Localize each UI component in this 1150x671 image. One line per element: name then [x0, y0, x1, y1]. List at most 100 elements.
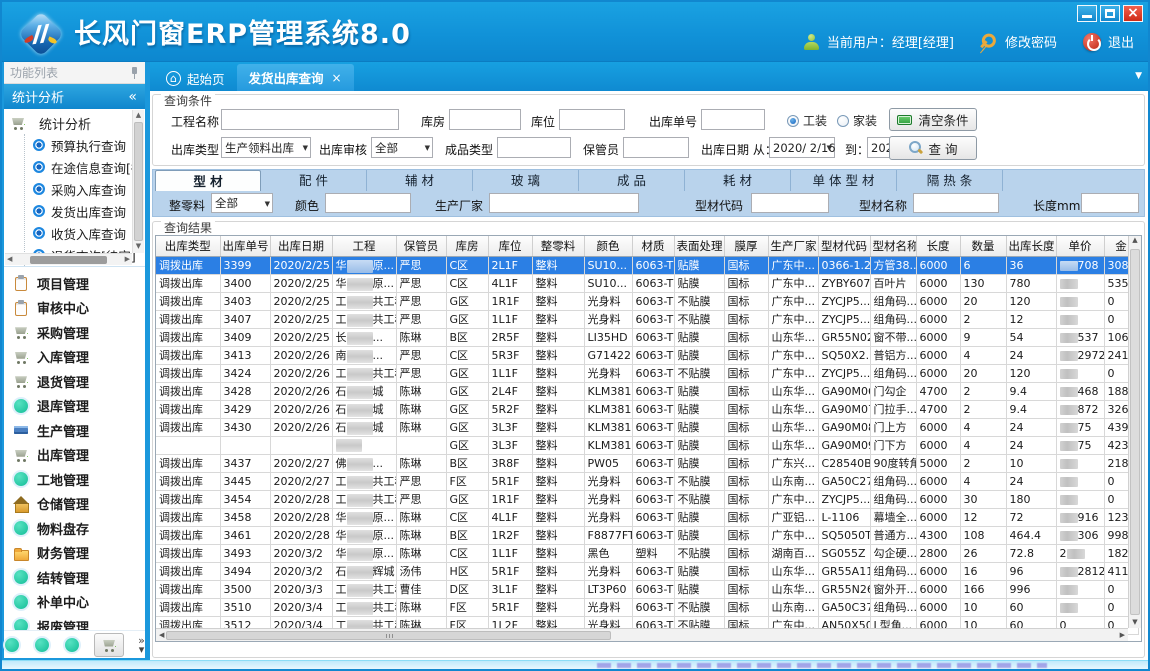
radio-jiazhuang[interactable]: 家装	[837, 112, 877, 129]
module-item-退货管理[interactable]: 退货管理	[4, 369, 145, 394]
clear-conditions-button[interactable]: 清空条件	[889, 108, 977, 131]
color-input[interactable]	[325, 193, 411, 213]
scroll-thumb[interactable]	[30, 256, 106, 264]
column-header[interactable]: 型材名称	[870, 236, 916, 256]
module-item-工地管理[interactable]: 工地管理	[4, 467, 145, 492]
sidebar-section-header[interactable]: 统计分析 «	[4, 84, 145, 109]
column-header[interactable]: 颜色	[584, 236, 632, 256]
circle-icon[interactable]	[34, 637, 50, 653]
material-tab-4[interactable]: 玻 璃	[473, 170, 579, 191]
column-header[interactable]: 库位	[488, 236, 532, 256]
table-row[interactable]: 调拨出库34032020/2/25工共工程严思G区1R1F整料光身料6063-T…	[156, 292, 1138, 310]
module-item-入库管理[interactable]: 入库管理	[4, 345, 145, 370]
table-row[interactable]: 调拨出库34302020/2/26石城陈琳G区3L3F整料KLM38176063…	[156, 418, 1138, 436]
audit-select[interactable]: 全部	[371, 137, 433, 158]
keeper-input[interactable]	[623, 137, 689, 158]
scroll-left-icon[interactable]: ◀	[7, 254, 12, 265]
material-tab-8[interactable]: 隔 热 条	[897, 170, 1003, 191]
table-row[interactable]: 调拨出库34292020/2/26石城陈琳G区5R2F整料KLM38176063…	[156, 400, 1138, 418]
location-input[interactable]	[559, 109, 625, 130]
material-tab-3[interactable]: 辅 材	[367, 170, 473, 191]
circle-icon[interactable]	[64, 637, 80, 653]
module-item-结转管理[interactable]: 结转管理	[4, 565, 145, 590]
material-tab-2[interactable]: 配 件	[261, 170, 367, 191]
table-row[interactable]: 调拨出库34282020/2/26石城陈琳G区2L4F整料KLM38176063…	[156, 382, 1138, 400]
material-tab-7[interactable]: 单 体 型 材	[791, 170, 897, 191]
column-header[interactable]: 保管员	[396, 236, 446, 256]
code-input[interactable]	[751, 193, 829, 213]
table-row[interactable]: 调拨出库35102020/3/4工共工程陈琳F区5R1F整料光身料6063-T5…	[156, 598, 1138, 616]
column-header[interactable]: 工程	[332, 236, 396, 256]
tree-item[interactable]: 收货入库查询	[25, 222, 131, 244]
scroll-left-icon[interactable]: ◀	[159, 631, 164, 639]
more-modules-button[interactable]: »▾	[138, 636, 145, 654]
product-type-input[interactable]	[497, 137, 571, 158]
module-item-审核中心[interactable]: 审核中心	[4, 296, 145, 321]
tree-horizontal-scrollbar[interactable]: ◀ ▶	[5, 253, 132, 265]
column-header[interactable]: 型材代码	[818, 236, 870, 256]
scroll-down-icon[interactable]: ▼	[1129, 618, 1141, 626]
tree-vertical-scrollbar[interactable]: ▲ ▼	[132, 110, 144, 253]
table-row[interactable]: 调拨出库34542020/2/28工共工程严思G区1R1F整料光身料6063-T…	[156, 490, 1138, 508]
close-tab-icon[interactable]: ×	[332, 71, 342, 85]
module-item-采购管理[interactable]: 采购管理	[4, 320, 145, 345]
column-header[interactable]: 表面处理	[674, 236, 724, 256]
tree-item[interactable]: 采购入库查询	[25, 178, 131, 200]
maker-input[interactable]	[489, 193, 639, 213]
collapse-icon[interactable]: «	[128, 89, 137, 105]
column-header[interactable]: 整零料	[532, 236, 584, 256]
column-header[interactable]: 膜厚	[724, 236, 768, 256]
column-header[interactable]: 出库日期	[270, 236, 332, 256]
module-item-物料盘存[interactable]: 物料盘存	[4, 516, 145, 541]
table-row[interactable]: 调拨出库34002020/2/25华原...严思C区4L1F整料SU10...6…	[156, 274, 1138, 292]
column-header[interactable]: 材质	[632, 236, 674, 256]
table-row[interactable]: 调拨出库34242020/2/26工共工程严思G区1L1F整料光身料6063-T…	[156, 364, 1138, 382]
column-header[interactable]: 长度	[916, 236, 960, 256]
column-header[interactable]: 出库类型	[156, 236, 220, 256]
warehouse-input[interactable]	[449, 109, 521, 130]
module-item-项目管理[interactable]: 项目管理	[4, 271, 145, 296]
pin-icon[interactable]	[130, 67, 139, 79]
table-row[interactable]: 调拨出库34372020/2/27佛...陈琳B区3R8F整料PW056063-…	[156, 454, 1138, 472]
module-item-补单中心[interactable]: 补单中心	[4, 590, 145, 615]
scroll-right-icon[interactable]: ▶	[125, 254, 130, 265]
scroll-thumb[interactable]	[134, 122, 143, 241]
minimize-button[interactable]	[1077, 5, 1097, 22]
tree-item[interactable]: 预算执行查询	[25, 134, 131, 156]
column-header[interactable]: 出库单号	[220, 236, 270, 256]
change-password-link[interactable]: 修改密码	[1005, 32, 1057, 51]
order-no-input[interactable]	[701, 109, 765, 130]
module-item-报废管理[interactable]: 报废管理	[4, 614, 145, 630]
outbound-type-select[interactable]: 生产领料出库	[221, 137, 311, 158]
scroll-thumb[interactable]	[1130, 249, 1140, 615]
name-input[interactable]	[913, 193, 999, 213]
table-row[interactable]: 调拨出库34932020/3/2华原...陈琳C区1L1F整料黑色塑料不贴膜国标…	[156, 544, 1138, 562]
maximize-button[interactable]	[1100, 5, 1120, 22]
table-row[interactable]: G区3L3F整料KLM38176063-T5贴膜国标山东华...GA90M09.…	[156, 436, 1138, 454]
chevron-down-icon[interactable]: ▼	[1135, 71, 1142, 81]
table-horizontal-scrollbar[interactable]: ◀ ▶	[156, 628, 1128, 641]
table-row[interactable]: 调拨出库34942020/3/2石辉城汤伟H区5R1F整料光身料6063-T5贴…	[156, 562, 1138, 580]
length-input[interactable]	[1081, 193, 1139, 213]
table-row[interactable]: 调拨出库34072020/2/25工共工程严思G区1L1F整料光身料6063-T…	[156, 310, 1138, 328]
material-tab-6[interactable]: 耗 材	[685, 170, 791, 191]
logout-link[interactable]: 退出	[1108, 32, 1134, 51]
cart-module-button[interactable]	[94, 633, 124, 657]
tab-outbound-query[interactable]: 发货出库查询 ×	[237, 64, 354, 91]
table-row[interactable]: 调拨出库35002020/3/3工共工程曹佳D区3L1F整料LT3P606063…	[156, 580, 1138, 598]
scroll-right-icon[interactable]: ▶	[1120, 631, 1125, 639]
project-name-input[interactable]	[221, 109, 399, 130]
date-from-select[interactable]: 2020/ 2/16	[769, 137, 835, 158]
whole-piece-select[interactable]: 全部	[211, 193, 273, 213]
scroll-up-icon[interactable]: ▲	[1129, 236, 1141, 244]
table-row[interactable]: 调拨出库34092020/2/25长...陈琳B区2R5F整料LI35HD606…	[156, 328, 1138, 346]
table-row[interactable]: 调拨出库34452020/2/27工共工程严思F区5R1F整料光身料6063-T…	[156, 472, 1138, 490]
tree-item[interactable]: 发货出库查询	[25, 200, 131, 222]
scroll-up-icon[interactable]: ▲	[133, 110, 144, 121]
table-row[interactable]: 调拨出库34582020/2/28华原...陈琳C区4L1F整料光身料6063-…	[156, 508, 1138, 526]
column-header[interactable]: 单价	[1056, 236, 1104, 256]
column-header[interactable]: 生产厂家	[768, 236, 818, 256]
table-row[interactable]: 调拨出库34132020/2/26南...严思C区5R3F整料G71422606…	[156, 346, 1138, 364]
module-item-出库管理[interactable]: 出库管理	[4, 443, 145, 468]
column-header[interactable]: 出库长度	[1006, 236, 1056, 256]
